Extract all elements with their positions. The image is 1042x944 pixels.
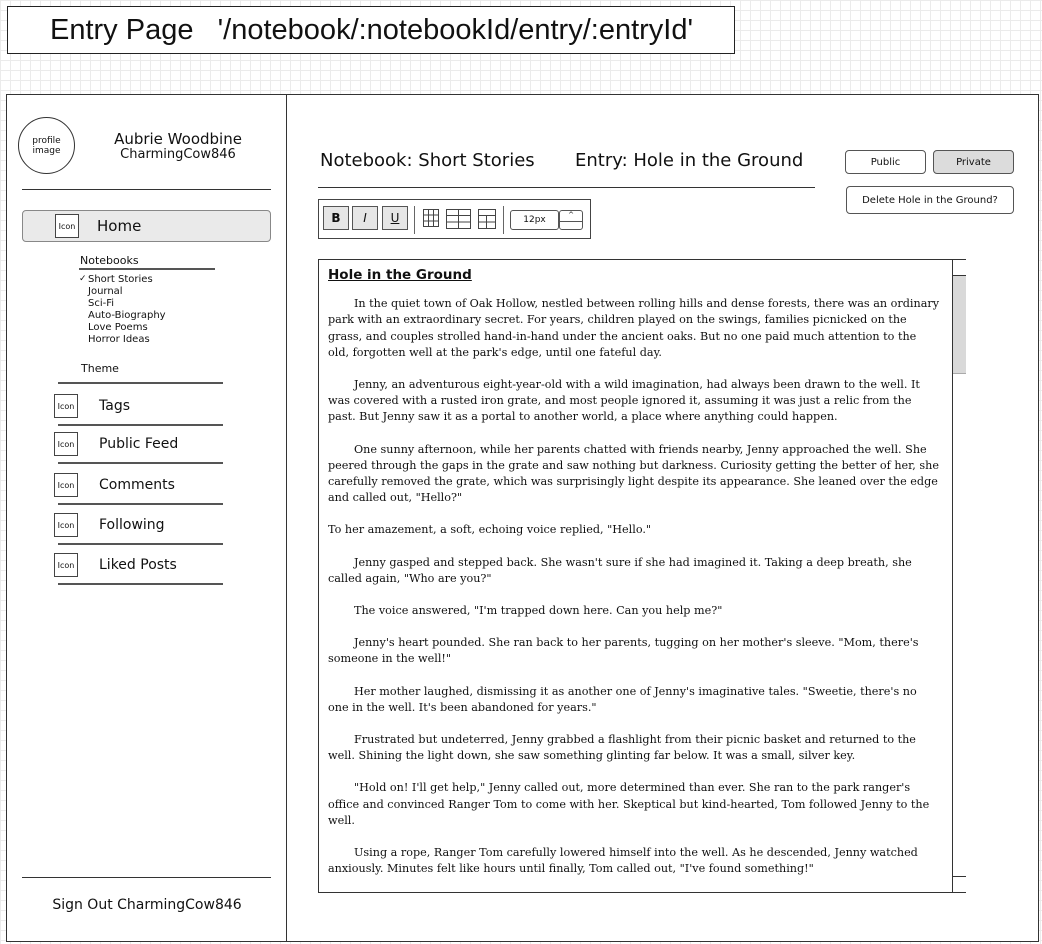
following-icon: Icon: [54, 513, 78, 537]
entry-paragraph: Jenny gasped and stepped back. She wasn'…: [328, 555, 912, 585]
notebook-item[interactable]: Horror Ideas: [88, 334, 166, 346]
notebook-item[interactable]: Journal: [88, 286, 166, 298]
entry-paragraph: Jenny, an adventurous eight-year-old wit…: [328, 378, 920, 424]
sidebar-item-public-feed[interactable]: Icon Public Feed: [54, 431, 224, 457]
entry-paragraph: The voice answered, "I'm trapped down he…: [354, 604, 723, 618]
sidebar-item-home[interactable]: Icon Home: [22, 210, 271, 242]
tags-icon: Icon: [54, 394, 78, 418]
sidebar-item-label: Tags: [99, 398, 130, 414]
sidebar-item-following[interactable]: Icon Following: [54, 512, 224, 538]
entry-paragraph: Using a rope, Ranger Tom carefully lower…: [328, 846, 918, 876]
sidebar-item-label: Public Feed: [99, 436, 179, 452]
notebook-item[interactable]: ✓ Short Stories: [79, 274, 166, 286]
divider: [79, 268, 215, 270]
home-icon: Icon: [55, 214, 79, 238]
editor-scrollbar[interactable]: [952, 260, 966, 892]
sidebar-item-label: Liked Posts: [99, 557, 177, 573]
divider: [58, 424, 223, 426]
divider: [22, 877, 271, 878]
bold-button[interactable]: B: [323, 206, 349, 230]
public-feed-icon: Icon: [54, 432, 78, 456]
user-handle: CharmingCow846: [120, 147, 236, 162]
italic-button[interactable]: I: [352, 206, 378, 230]
sidebar-item-comments[interactable]: Icon Comments: [54, 472, 224, 498]
entry-paragraph: In the quiet town of Oak Hollow, nestled…: [328, 297, 940, 359]
profile-image[interactable]: profile image: [18, 117, 75, 174]
divider: [58, 503, 223, 505]
stepper-up-icon[interactable]: ^: [560, 211, 582, 221]
toolbar-separator: [414, 206, 415, 234]
font-size-stepper[interactable]: ^: [559, 210, 583, 230]
sign-out-link[interactable]: Sign Out CharmingCow846: [22, 897, 272, 913]
notebook-label: Sci-Fi: [88, 298, 115, 309]
sidebar-item-label: Comments: [99, 477, 175, 493]
notebook-label: Love Poems: [88, 322, 148, 333]
entry-heading: Hole in the Ground: [328, 267, 472, 283]
divider: [58, 382, 223, 384]
entry-paragraph: One sunny afternoon, while her parents c…: [328, 442, 939, 505]
entry-body: In the quiet town of Oak Hollow, nestled…: [328, 296, 940, 892]
divider: [22, 189, 271, 190]
table-columns-icon[interactable]: [446, 209, 471, 229]
sidebar-item-theme[interactable]: Theme: [81, 362, 119, 375]
notebooks-heading: Notebooks: [80, 254, 139, 267]
entry-paragraph: Frustrated but undeterred, Jenny grabbed…: [328, 733, 916, 763]
sidebar-divider: [286, 94, 287, 942]
toolbar-separator: [503, 206, 504, 234]
stepper-down-icon[interactable]: [560, 221, 582, 231]
notebook-list: ✓ Short Stories Journal Sci-Fi Auto-Biograph…: [79, 274, 166, 346]
notebook-title: Notebook: Short Stories: [320, 150, 535, 171]
scroll-down-button[interactable]: [953, 876, 966, 892]
comments-icon: Icon: [54, 473, 78, 497]
notebook-item[interactable]: Sci-Fi: [88, 298, 166, 310]
notebook-label: Journal: [88, 286, 123, 297]
entry-paragraph: "Hold on! I'll get help," Jenny called o…: [328, 781, 930, 827]
notebook-label: Horror Ideas: [88, 334, 150, 345]
user-name: Aubrie Woodbine: [114, 130, 242, 148]
divider: [58, 462, 223, 464]
formatting-toolbar: B I U 12px ^: [318, 199, 591, 239]
entry-editor[interactable]: Hole in the Ground In the quiet town of …: [318, 259, 966, 893]
private-button[interactable]: Private: [933, 150, 1014, 174]
delete-entry-button[interactable]: Delete Hole in the Ground?: [846, 186, 1014, 214]
sidebar-item-tags[interactable]: Icon Tags: [54, 393, 224, 419]
entry-paragraph: Her mother laughed, dismissing it as ano…: [328, 684, 917, 714]
page-title: Entry Page '/notebook/:notebookId/entry/…: [7, 6, 735, 54]
font-size-field[interactable]: 12px: [510, 210, 559, 230]
scroll-thumb[interactable]: [953, 276, 966, 374]
underline-button[interactable]: U: [382, 206, 408, 230]
divider: [58, 543, 223, 545]
divider: [58, 583, 223, 585]
entry-paragraph: To her amazement, a soft, echoing voice …: [328, 523, 652, 537]
table-grid-icon[interactable]: [423, 209, 439, 227]
liked-posts-icon: Icon: [54, 553, 78, 577]
table-rows-icon[interactable]: [478, 209, 496, 229]
entry-title: Entry: Hole in the Ground: [575, 150, 804, 171]
notebook-item[interactable]: Love Poems: [88, 322, 166, 334]
scroll-up-button[interactable]: [953, 260, 966, 276]
sidebar-item-liked-posts[interactable]: Icon Liked Posts: [54, 552, 224, 578]
editor-content[interactable]: Hole in the Ground In the quiet town of …: [328, 265, 940, 892]
notebook-label: Auto-Biography: [88, 310, 166, 321]
public-button[interactable]: Public: [845, 150, 926, 174]
entry-paragraph: Jenny's heart pounded. She ran back to h…: [328, 636, 919, 666]
notebook-item[interactable]: Auto-Biography: [88, 310, 166, 322]
divider: [318, 187, 815, 188]
sidebar-item-label: Home: [97, 217, 142, 235]
sidebar-item-label: Following: [99, 517, 165, 533]
notebook-label: Short Stories: [88, 274, 153, 285]
checkmark-icon: ✓: [79, 274, 87, 284]
